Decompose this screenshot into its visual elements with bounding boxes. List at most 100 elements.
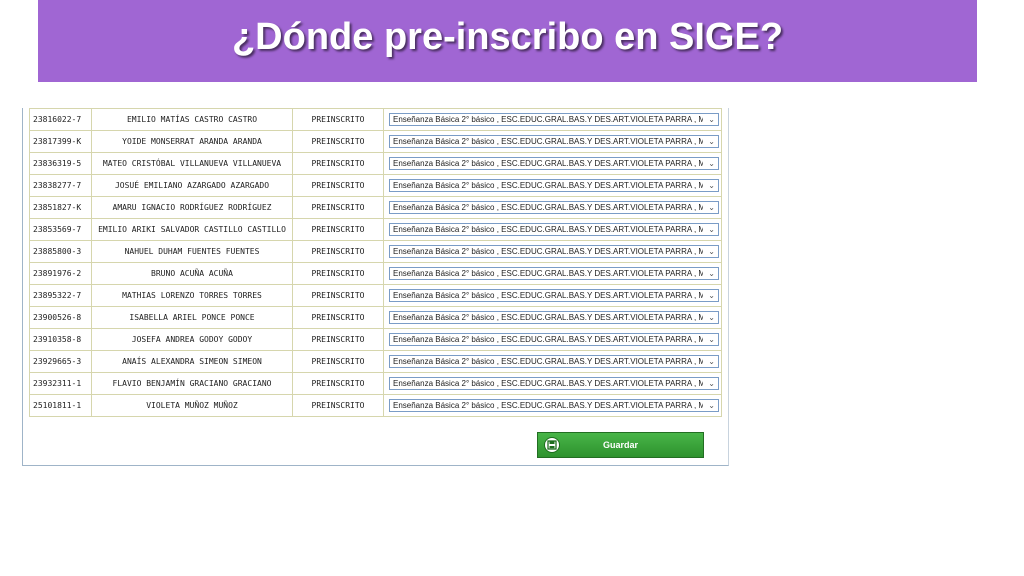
course-select-value: Enseñanza Básica 2° básico , ESC.EDUC.GR…: [393, 357, 703, 366]
student-rut: 23851827-K: [29, 196, 92, 219]
chevron-down-icon: ⌄: [708, 137, 715, 146]
course-cell: Enseñanza Básica 2° básico , ESC.EDUC.GR…: [383, 262, 722, 285]
preinscription-status: PREINSCRITO: [292, 196, 384, 219]
student-name: JOSEFA ANDREA GODOY GODOY: [91, 328, 293, 351]
course-select-value: Enseñanza Básica 2° básico , ESC.EDUC.GR…: [393, 225, 703, 234]
student-name: MATEO CRISTÓBAL VILLANUEVA VILLANUEVA: [91, 152, 293, 175]
student-name: EMILIO ARIKI SALVADOR CASTILLO CASTILLO: [91, 218, 293, 241]
table-row: 23853569-7 EMILIO ARIKI SALVADOR CASTILLO…: [29, 218, 722, 241]
chevron-down-icon: ⌄: [708, 269, 715, 278]
preinscription-status: PREINSCRITO: [292, 328, 384, 351]
student-rut: 23816022-7: [29, 108, 92, 131]
course-select[interactable]: Enseñanza Básica 2° básico , ESC.EDUC.GR…: [389, 311, 719, 324]
course-cell: Enseñanza Básica 2° básico , ESC.EDUC.GR…: [383, 328, 722, 351]
course-select[interactable]: Enseñanza Básica 2° básico , ESC.EDUC.GR…: [389, 377, 719, 390]
student-name: YOIDE MONSERRAT ARANDA ARANDA: [91, 130, 293, 153]
table-row: 23817399-K YOIDE MONSERRAT ARANDA ARANDA P…: [29, 130, 722, 153]
chevron-down-icon: ⌄: [708, 225, 715, 234]
preinscription-status: PREINSCRITO: [292, 306, 384, 329]
table-row: 23851827-K AMARU IGNACIO RODRÍGUEZ RODRÍG…: [29, 196, 722, 219]
student-name: AMARU IGNACIO RODRÍGUEZ RODRÍGUEZ: [91, 196, 293, 219]
course-select-value: Enseñanza Básica 2° básico , ESC.EDUC.GR…: [393, 159, 703, 168]
student-name: EMILIO MATÍAS CASTRO CASTRO: [91, 108, 293, 131]
student-rut: 25101811-1: [29, 394, 92, 417]
student-rut: 23885800-3: [29, 240, 92, 263]
course-select[interactable]: Enseñanza Básica 2° básico , ESC.EDUC.GR…: [389, 201, 719, 214]
chevron-down-icon: ⌄: [708, 357, 715, 366]
course-select[interactable]: Enseñanza Básica 2° básico , ESC.EDUC.GR…: [389, 157, 719, 170]
course-cell: Enseñanza Básica 2° básico , ESC.EDUC.GR…: [383, 306, 722, 329]
student-rut: 23836319-5: [29, 152, 92, 175]
student-rut: 23932311-1: [29, 372, 92, 395]
course-select-value: Enseñanza Básica 2° básico , ESC.EDUC.GR…: [393, 401, 703, 410]
preinscription-status: PREINSCRITO: [292, 130, 384, 153]
chevron-down-icon: ⌄: [708, 335, 715, 344]
course-cell: Enseñanza Básica 2° básico , ESC.EDUC.GR…: [383, 130, 722, 153]
student-rut: 23910358-8: [29, 328, 92, 351]
student-rut: 23838277-7: [29, 174, 92, 197]
preinscription-status: PREINSCRITO: [292, 284, 384, 307]
course-select-value: Enseñanza Básica 2° básico , ESC.EDUC.GR…: [393, 335, 703, 344]
course-select[interactable]: Enseñanza Básica 2° básico , ESC.EDUC.GR…: [389, 223, 719, 236]
student-rut: 23900526-8: [29, 306, 92, 329]
table-row: 25101811-1 VIOLETA MUÑOZ MUÑOZ PREINSCRITO…: [29, 394, 722, 417]
course-select-value: Enseñanza Básica 2° básico , ESC.EDUC.GR…: [393, 269, 703, 278]
course-select-value: Enseñanza Básica 2° básico , ESC.EDUC.GR…: [393, 291, 703, 300]
chevron-down-icon: ⌄: [708, 247, 715, 256]
chevron-down-icon: ⌄: [708, 203, 715, 212]
preinscription-status: PREINSCRITO: [292, 152, 384, 175]
student-name: MATHIAS LORENZO TORRES TORRES: [91, 284, 293, 307]
chevron-down-icon: ⌄: [708, 379, 715, 388]
table-row: 23885800-3 NAHUEL DUHAM FUENTES FUENTES PR…: [29, 240, 722, 263]
course-cell: Enseñanza Básica 2° básico , ESC.EDUC.GR…: [383, 284, 722, 307]
chevron-down-icon: ⌄: [708, 401, 715, 410]
course-cell: Enseñanza Básica 2° básico , ESC.EDUC.GR…: [383, 372, 722, 395]
course-cell: Enseñanza Básica 2° básico , ESC.EDUC.GR…: [383, 196, 722, 219]
course-select[interactable]: Enseñanza Básica 2° básico , ESC.EDUC.GR…: [389, 355, 719, 368]
preinscription-status: PREINSCRITO: [292, 218, 384, 241]
student-name: FLAVIO BENJAMÍN GRACIANO GRACIANO: [91, 372, 293, 395]
students-table-wrapper: 23816022-7 EMILIO MATÍAS CASTRO CASTRO PRE…: [29, 108, 722, 417]
student-name: ANAÍS ALEXANDRA SIMEON SIMEON: [91, 350, 293, 373]
table-row: 23891976-2 BRUNO ACUÑA ACUÑA PREINSCRITO En…: [29, 262, 722, 285]
save-icon: [544, 437, 560, 453]
preinscription-panel: 23816022-7 EMILIO MATÍAS CASTRO CASTRO PRE…: [22, 108, 729, 466]
course-select[interactable]: Enseñanza Básica 2° básico , ESC.EDUC.GR…: [389, 333, 719, 346]
title-banner: ¿Dónde pre-inscribo en SIGE?: [38, 0, 977, 82]
table-row: 23910358-8 JOSEFA ANDREA GODOY GODOY PREIN…: [29, 328, 722, 351]
students-table: 23816022-7 EMILIO MATÍAS CASTRO CASTRO PRE…: [29, 108, 722, 417]
chevron-down-icon: ⌄: [708, 181, 715, 190]
chevron-down-icon: ⌄: [708, 313, 715, 322]
preinscription-status: PREINSCRITO: [292, 262, 384, 285]
course-cell: Enseñanza Básica 2° básico , ESC.EDUC.GR…: [383, 394, 722, 417]
chevron-down-icon: ⌄: [708, 115, 715, 124]
table-row: 23836319-5 MATEO CRISTÓBAL VILLANUEVA VIL…: [29, 152, 722, 175]
course-select[interactable]: Enseñanza Básica 2° básico , ESC.EDUC.GR…: [389, 135, 719, 148]
student-name: NAHUEL DUHAM FUENTES FUENTES: [91, 240, 293, 263]
chevron-down-icon: ⌄: [708, 159, 715, 168]
course-select-value: Enseñanza Básica 2° básico , ESC.EDUC.GR…: [393, 181, 703, 190]
course-cell: Enseñanza Básica 2° básico , ESC.EDUC.GR…: [383, 240, 722, 263]
course-select[interactable]: Enseñanza Básica 2° básico , ESC.EDUC.GR…: [389, 245, 719, 258]
student-name: JOSUÉ EMILIANO AZARGADO AZARGADO: [91, 174, 293, 197]
table-row: 23932311-1 FLAVIO BENJAMÍN GRACIANO GRACI…: [29, 372, 722, 395]
student-rut: 23929665-3: [29, 350, 92, 373]
chevron-down-icon: ⌄: [708, 291, 715, 300]
course-cell: Enseñanza Básica 2° básico , ESC.EDUC.GR…: [383, 108, 722, 131]
student-name: VIOLETA MUÑOZ MUÑOZ: [91, 394, 293, 417]
student-name: BRUNO ACUÑA ACUÑA: [91, 262, 293, 285]
course-select[interactable]: Enseñanza Básica 2° básico , ESC.EDUC.GR…: [389, 399, 719, 412]
save-button[interactable]: Guardar: [537, 432, 704, 458]
student-rut: 23891976-2: [29, 262, 92, 285]
preinscription-status: PREINSCRITO: [292, 394, 384, 417]
course-select[interactable]: Enseñanza Básica 2° básico , ESC.EDUC.GR…: [389, 179, 719, 192]
table-row: 23816022-7 EMILIO MATÍAS CASTRO CASTRO PRE…: [29, 108, 722, 131]
course-select[interactable]: Enseñanza Básica 2° básico , ESC.EDUC.GR…: [389, 267, 719, 280]
student-rut: 23895322-7: [29, 284, 92, 307]
course-select-value: Enseñanza Básica 2° básico , ESC.EDUC.GR…: [393, 203, 703, 212]
course-select[interactable]: Enseñanza Básica 2° básico , ESC.EDUC.GR…: [389, 289, 719, 302]
table-row: 23838277-7 JOSUÉ EMILIANO AZARGADO AZARGA…: [29, 174, 722, 197]
course-select[interactable]: Enseñanza Básica 2° básico , ESC.EDUC.GR…: [389, 113, 719, 126]
preinscription-status: PREINSCRITO: [292, 108, 384, 131]
course-select-value: Enseñanza Básica 2° básico , ESC.EDUC.GR…: [393, 247, 703, 256]
